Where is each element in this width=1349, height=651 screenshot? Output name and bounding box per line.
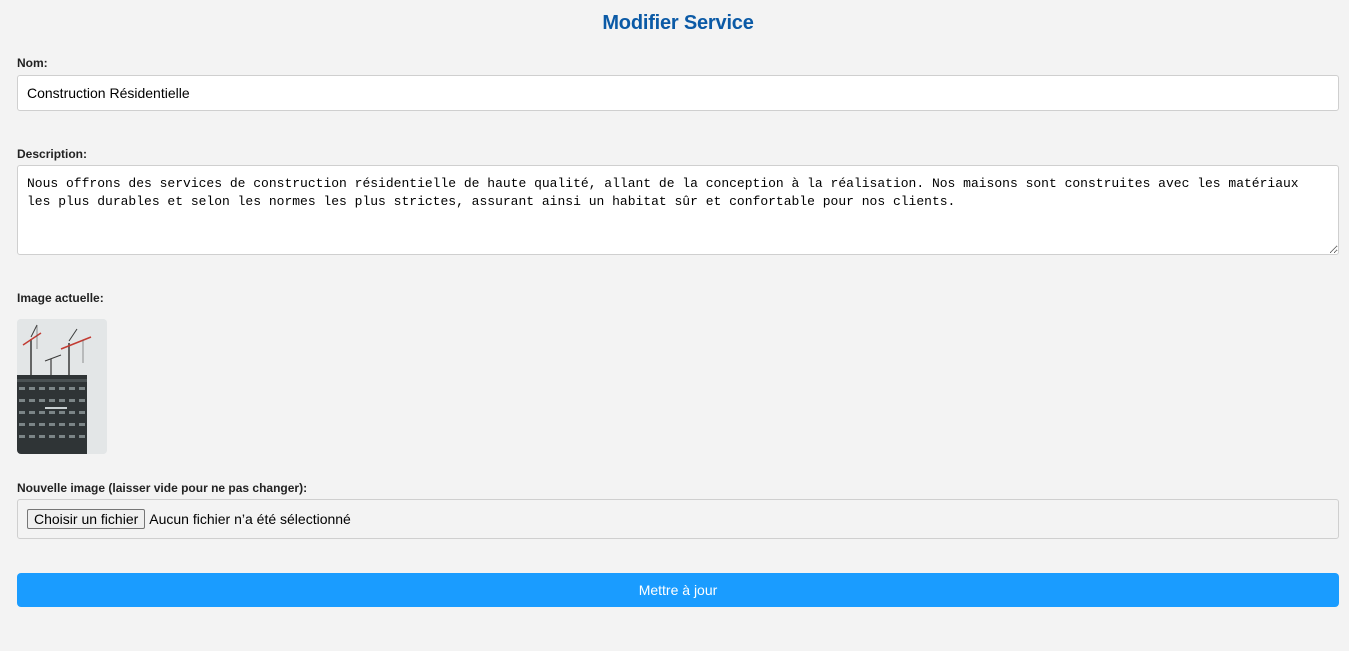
edit-service-page: Modifier Service Nom: Description: Nous … [0, 0, 1349, 651]
file-status-text: Aucun fichier n’a été sélectionné [149, 511, 351, 527]
choose-file-button[interactable]: Choisir un fichier [27, 509, 146, 529]
update-button[interactable]: Mettre à jour [17, 573, 1339, 607]
current-image [17, 319, 107, 454]
file-input[interactable]: Choisir un fichier Aucun fichier n’a été… [17, 499, 1339, 539]
name-label: Nom: [17, 56, 48, 70]
page-title: Modifier Service [602, 12, 754, 34]
name-input[interactable] [17, 75, 1339, 111]
current-image-label: Image actuelle: [17, 291, 104, 305]
construction-crane-photo-icon [17, 319, 107, 454]
description-label: Description: [17, 147, 88, 161]
new-image-label: Nouvelle image (laisser vide pour ne pas… [17, 481, 308, 495]
description-textarea[interactable]: Nous offrons des services de constructio… [17, 165, 1339, 255]
